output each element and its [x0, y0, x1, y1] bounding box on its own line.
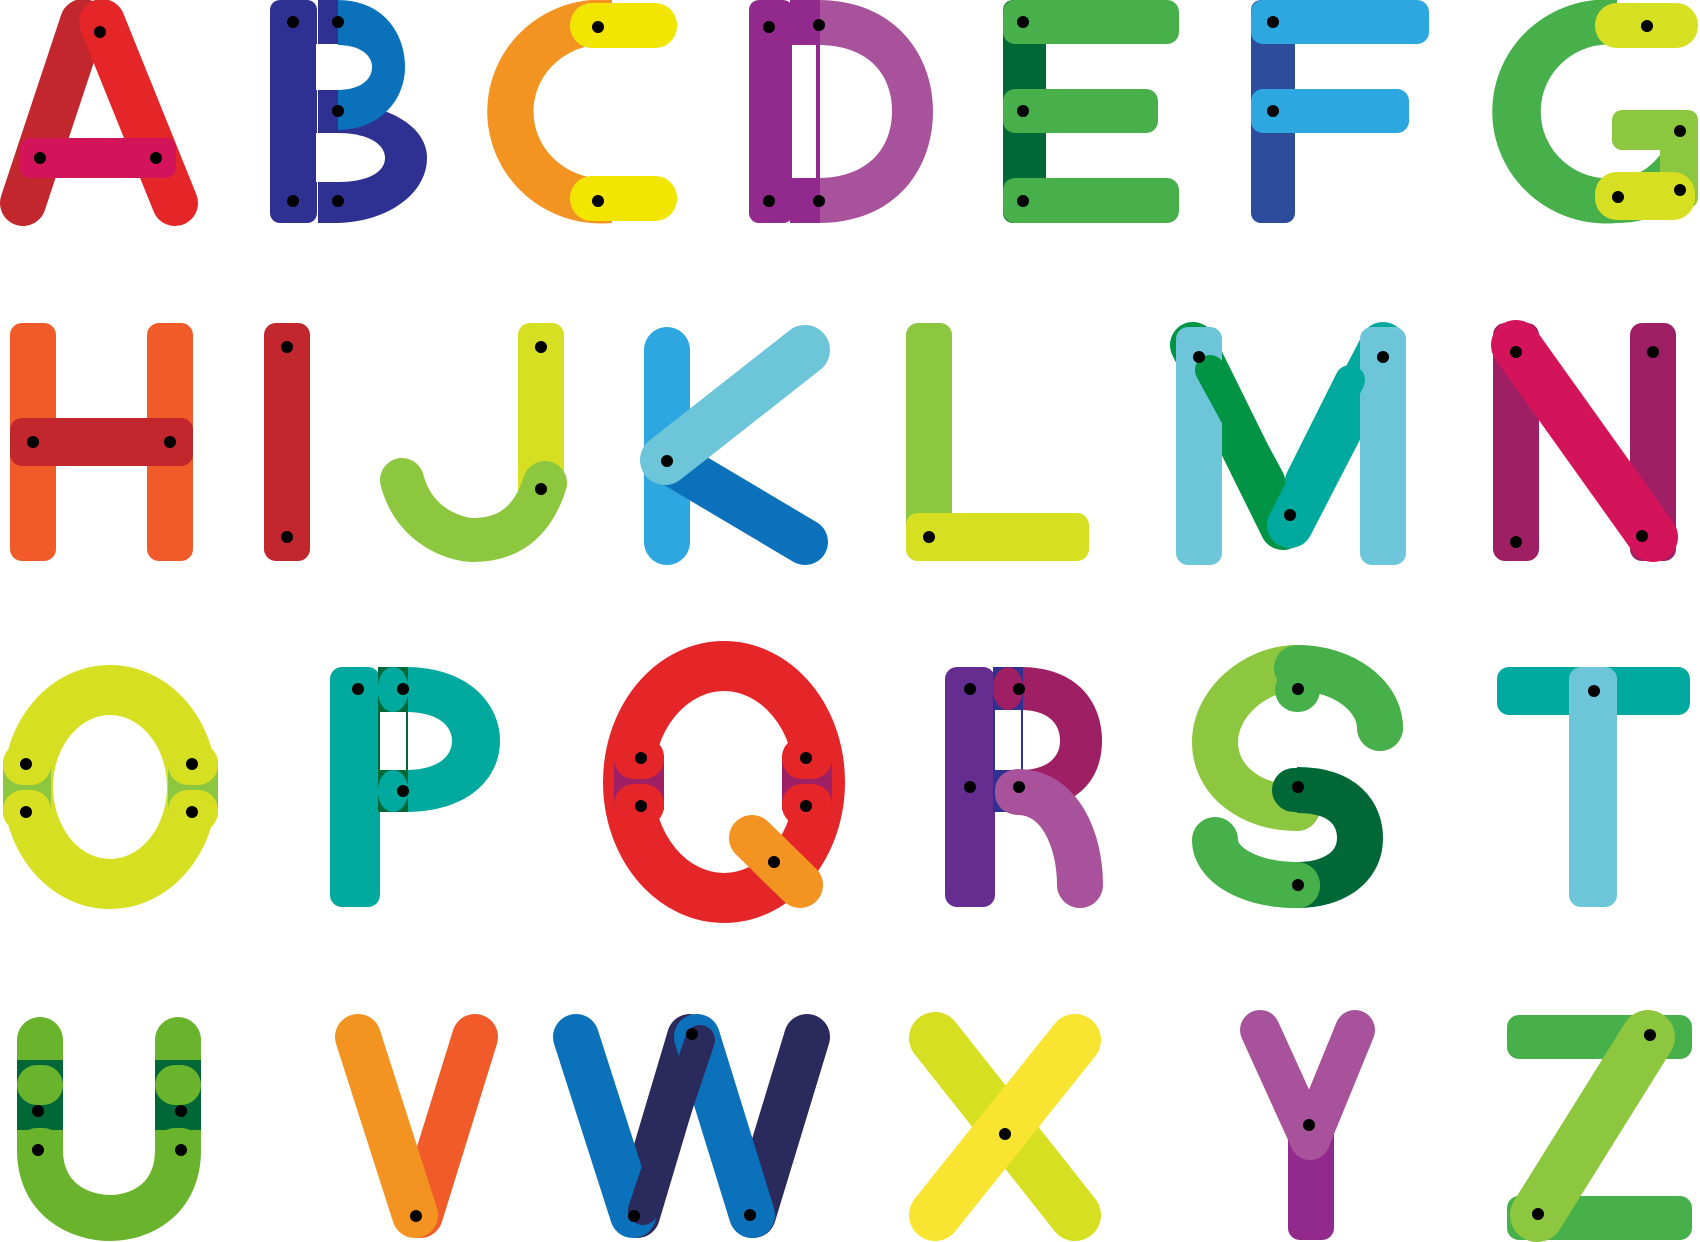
letter-k-block — [640, 325, 830, 565]
letter-w-block — [553, 1014, 830, 1238]
letter-b-block — [270, 0, 427, 223]
letter-v-block — [335, 1014, 498, 1238]
letter-z-block — [1507, 1010, 1692, 1242]
letter-c-block — [487, 0, 677, 224]
letter-i-block — [264, 323, 310, 561]
letter-x-block — [909, 1012, 1101, 1241]
letter-o-block — [3, 665, 218, 909]
letter-s-block — [1191, 644, 1403, 908]
letter-m-block — [1170, 322, 1406, 565]
letter-g-block — [1492, 0, 1698, 224]
letter-e-block — [1003, 0, 1179, 223]
letter-t-block — [1497, 667, 1690, 907]
letter-q-block — [603, 641, 845, 923]
letter-d-block — [749, 0, 933, 223]
letter-r-block — [945, 667, 1103, 908]
letter-u-block — [17, 1017, 201, 1242]
letter-n-block — [1491, 320, 1678, 562]
letter-l-block — [906, 323, 1089, 561]
letter-h-block — [10, 323, 193, 561]
letter-p-block — [330, 667, 500, 907]
letter-j-block — [380, 323, 567, 563]
letter-f-block — [1251, 0, 1429, 223]
letter-a-block — [0, 0, 198, 226]
alphabet-illustration — [0, 0, 1698, 1242]
letter-y-block — [1240, 1010, 1375, 1240]
